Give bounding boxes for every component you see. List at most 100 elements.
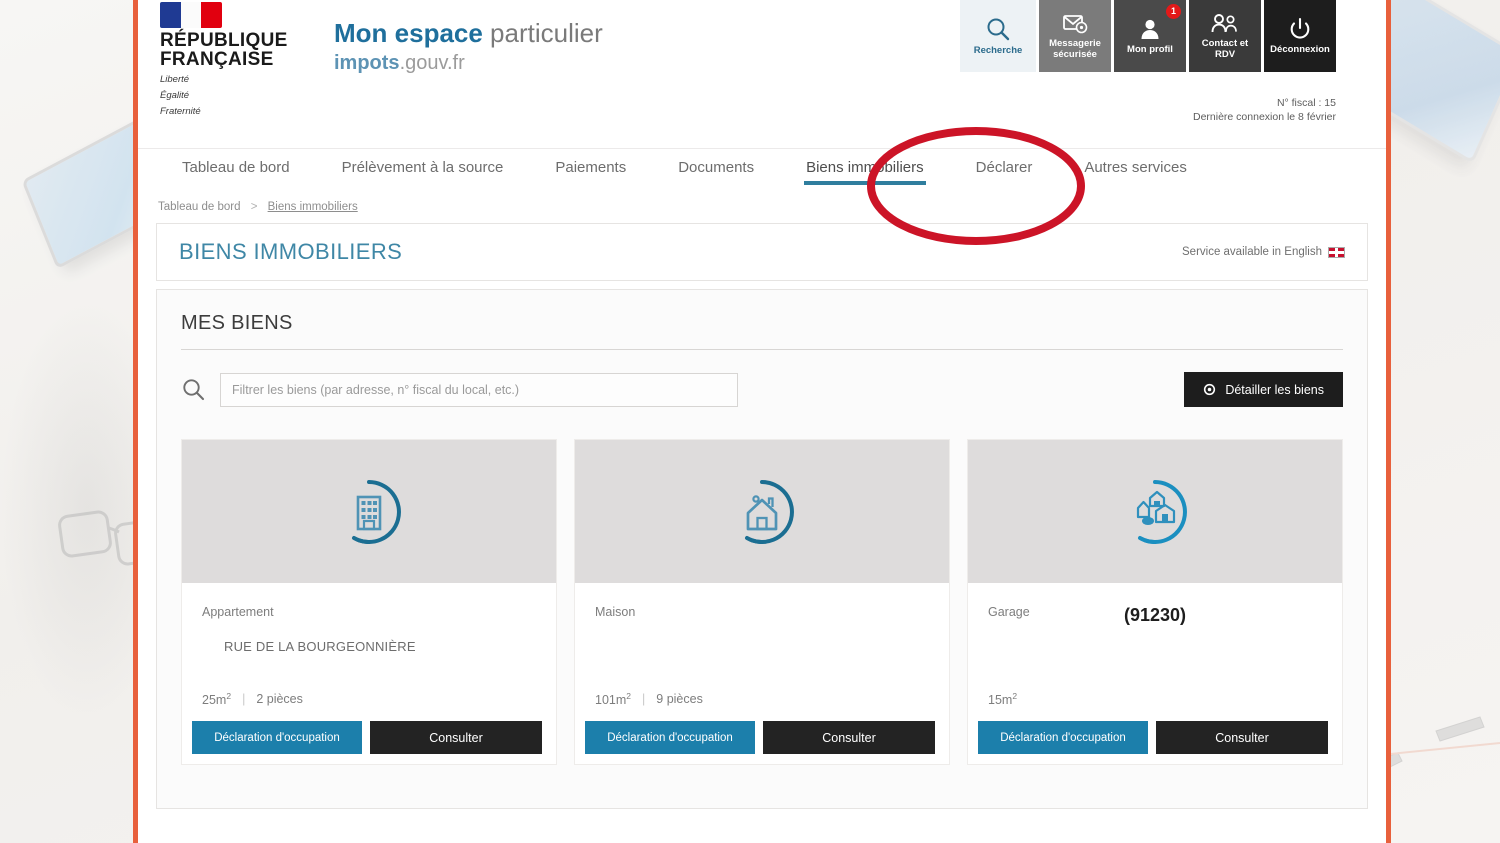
breadcrumb-current[interactable]: Biens immobiliers bbox=[268, 201, 358, 213]
consulter-button[interactable]: Consulter bbox=[370, 721, 542, 754]
site-url: impots.gouv.fr bbox=[334, 50, 603, 76]
detailler-les-biens-label: Détailler les biens bbox=[1225, 382, 1324, 397]
site-title-rest: particulier bbox=[482, 18, 603, 48]
logo-line-1: RÉPUBLIQUE bbox=[160, 30, 288, 51]
card-surface-value: 25m bbox=[202, 693, 227, 707]
dependency-garage-icon bbox=[1136, 479, 1187, 544]
bien-card[interactable]: Appartement RUE DE LA BOURGEONNIÈRE 25m2… bbox=[181, 439, 557, 765]
nav-item-prelevement-a-la-source[interactable]: Prélèvement à la source bbox=[316, 149, 530, 176]
card-surface-value: 101m bbox=[595, 693, 627, 707]
declaration-occupation-button[interactable]: Déclaration d'occupation bbox=[585, 721, 755, 754]
nav-active-indicator bbox=[804, 181, 926, 185]
english-service-link[interactable]: Service available in English bbox=[1182, 246, 1345, 258]
header-button-label: Déconnexion bbox=[1270, 44, 1330, 55]
card-rooms: 2 pièces bbox=[256, 691, 303, 706]
consulter-button[interactable]: Consulter bbox=[763, 721, 935, 754]
last-connection: Dernière connexion le 8 février bbox=[1193, 111, 1336, 123]
card-zipcode: (91230) bbox=[1123, 605, 1187, 625]
card-body: Garage (91230) 15m2 bbox=[968, 583, 1342, 721]
motto-egalite: Égalité bbox=[160, 90, 190, 101]
nav-label: Paiements bbox=[555, 159, 627, 176]
motto-liberte: Liberté bbox=[160, 74, 190, 85]
section-divider bbox=[181, 349, 1343, 350]
nav-item-declarer[interactable]: Déclarer bbox=[950, 149, 1059, 176]
card-surface-value: 15m bbox=[988, 693, 1013, 707]
site-header: RÉPUBLIQUE FRANÇAISE Liberté Égalité Fra… bbox=[138, 0, 1386, 148]
nav-item-documents[interactable]: Documents bbox=[652, 149, 780, 176]
magnifier-icon bbox=[183, 379, 205, 401]
french-flag-icon bbox=[160, 2, 223, 28]
search-input[interactable] bbox=[220, 372, 738, 407]
header-button-label: Messagerie sécurisée bbox=[1049, 37, 1101, 60]
impots-page: RÉPUBLIQUE FRANÇAISE Liberté Égalité Fra… bbox=[138, 0, 1386, 809]
header-button-contact-rdv[interactable]: Contact et RDV bbox=[1189, 0, 1261, 72]
nav-item-tableau-de-bord[interactable]: Tableau de bord bbox=[156, 149, 316, 176]
nav-label: Autres services bbox=[1084, 159, 1187, 176]
user-icon bbox=[1141, 19, 1159, 39]
consulter-button[interactable]: Consulter bbox=[1156, 721, 1328, 754]
contacts-icon bbox=[1211, 13, 1237, 32]
card-surface-exponent: 2 bbox=[1012, 690, 1018, 701]
biens-toolbar: Détailler les biens bbox=[181, 372, 1343, 407]
main-navigation: Tableau de bord Prélèvement à la source … bbox=[138, 148, 1386, 192]
page-title-bar: BIENS IMMOBILIERS Service available in E… bbox=[156, 223, 1368, 281]
nav-label: Tableau de bord bbox=[182, 159, 290, 176]
header-button-label: Contact et RDV bbox=[1201, 37, 1249, 60]
card-surface: 101m2 bbox=[595, 691, 631, 707]
page-title: BIENS IMMOBILIERS bbox=[179, 239, 403, 264]
header-button-mon-profil[interactable]: 1 Mon profil bbox=[1114, 0, 1186, 72]
nav-label: Documents bbox=[678, 159, 755, 176]
card-surface: 15m2 bbox=[988, 691, 1017, 707]
republique-francaise-logo: RÉPUBLIQUE FRANÇAISE Liberté Égalité Fra… bbox=[160, 2, 340, 117]
card-surface: 25m2 bbox=[202, 691, 231, 707]
nav-label: Biens immobiliers bbox=[806, 159, 924, 176]
card-media bbox=[968, 440, 1342, 583]
bien-card[interactable]: Garage (91230) 15m2 Déclaration d'occupa… bbox=[967, 439, 1343, 765]
english-service-label: Service available in English bbox=[1182, 246, 1322, 258]
declaration-occupation-button[interactable]: Déclaration d'occupation bbox=[192, 721, 362, 754]
card-meta-divider: | bbox=[642, 691, 646, 706]
detailler-les-biens-button[interactable]: Détailler les biens bbox=[1184, 372, 1343, 407]
site-title[interactable]: Mon espace particulier impots.gouv.fr bbox=[334, 18, 603, 76]
search-area bbox=[181, 372, 738, 407]
mail-gear-icon bbox=[1063, 14, 1088, 33]
nav-label: Déclarer bbox=[975, 159, 1033, 176]
card-actions: Déclaration d'occupation Consulter bbox=[182, 721, 556, 764]
card-meta: 25m2 | 2 pièces bbox=[202, 691, 303, 707]
profile-notification-badge: 1 bbox=[1166, 4, 1181, 19]
card-media bbox=[182, 440, 556, 583]
card-body: Appartement RUE DE LA BOURGEONNIÈRE 25m2… bbox=[182, 583, 556, 721]
nav-item-paiements[interactable]: Paiements bbox=[529, 149, 652, 176]
breadcrumb-root[interactable]: Tableau de bord bbox=[158, 201, 240, 213]
logo-line-2: FRANÇAISE bbox=[160, 49, 274, 70]
fiscal-info: N° fiscal : 15 Dernière connexion le 8 f… bbox=[1193, 96, 1336, 124]
apartment-building-icon bbox=[352, 479, 401, 544]
card-rooms: 9 pièces bbox=[656, 691, 703, 706]
card-media bbox=[575, 440, 949, 583]
declaration-occupation-button[interactable]: Déclaration d'occupation bbox=[978, 721, 1148, 754]
site-url-strong: impots bbox=[334, 52, 400, 74]
card-meta: 101m2 | 9 pièces bbox=[595, 691, 703, 707]
header-button-deconnexion[interactable]: Déconnexion bbox=[1264, 0, 1336, 72]
search-icon bbox=[987, 18, 1010, 41]
site-title-main: Mon espace particulier bbox=[334, 18, 603, 48]
header-button-recherche[interactable]: Recherche bbox=[960, 0, 1036, 72]
bien-card[interactable]: Maison 101m2 | 9 pièces Déclaration d'oc… bbox=[574, 439, 950, 765]
card-body: Maison 101m2 | 9 pièces bbox=[575, 583, 949, 721]
card-actions: Déclaration d'occupation Consulter bbox=[968, 721, 1342, 764]
nav-item-autres-services[interactable]: Autres services bbox=[1058, 149, 1213, 176]
site-url-rest: .gouv.fr bbox=[399, 52, 465, 74]
mes-biens-panel: MES BIENS Détailler les biens bbox=[156, 289, 1368, 809]
header-button-label: Mon profil bbox=[1127, 44, 1173, 55]
breadcrumb: Tableau de bord > Biens immobiliers bbox=[138, 192, 1386, 223]
house-icon bbox=[745, 479, 794, 544]
section-title: MES BIENS bbox=[181, 312, 293, 334]
biens-card-list: Appartement RUE DE LA BOURGEONNIÈRE 25m2… bbox=[181, 439, 1343, 765]
card-property-type: Maison bbox=[595, 605, 636, 619]
header-button-messagerie[interactable]: Messagerie sécurisée bbox=[1039, 0, 1111, 72]
card-surface-exponent: 2 bbox=[226, 690, 232, 701]
nav-label: Prélèvement à la source bbox=[341, 159, 504, 176]
header-button-label: Recherche bbox=[973, 45, 1023, 56]
browser-page-frame: RÉPUBLIQUE FRANÇAISE Liberté Égalité Fra… bbox=[133, 0, 1391, 843]
nav-item-biens-immobiliers[interactable]: Biens immobiliers bbox=[780, 149, 950, 185]
